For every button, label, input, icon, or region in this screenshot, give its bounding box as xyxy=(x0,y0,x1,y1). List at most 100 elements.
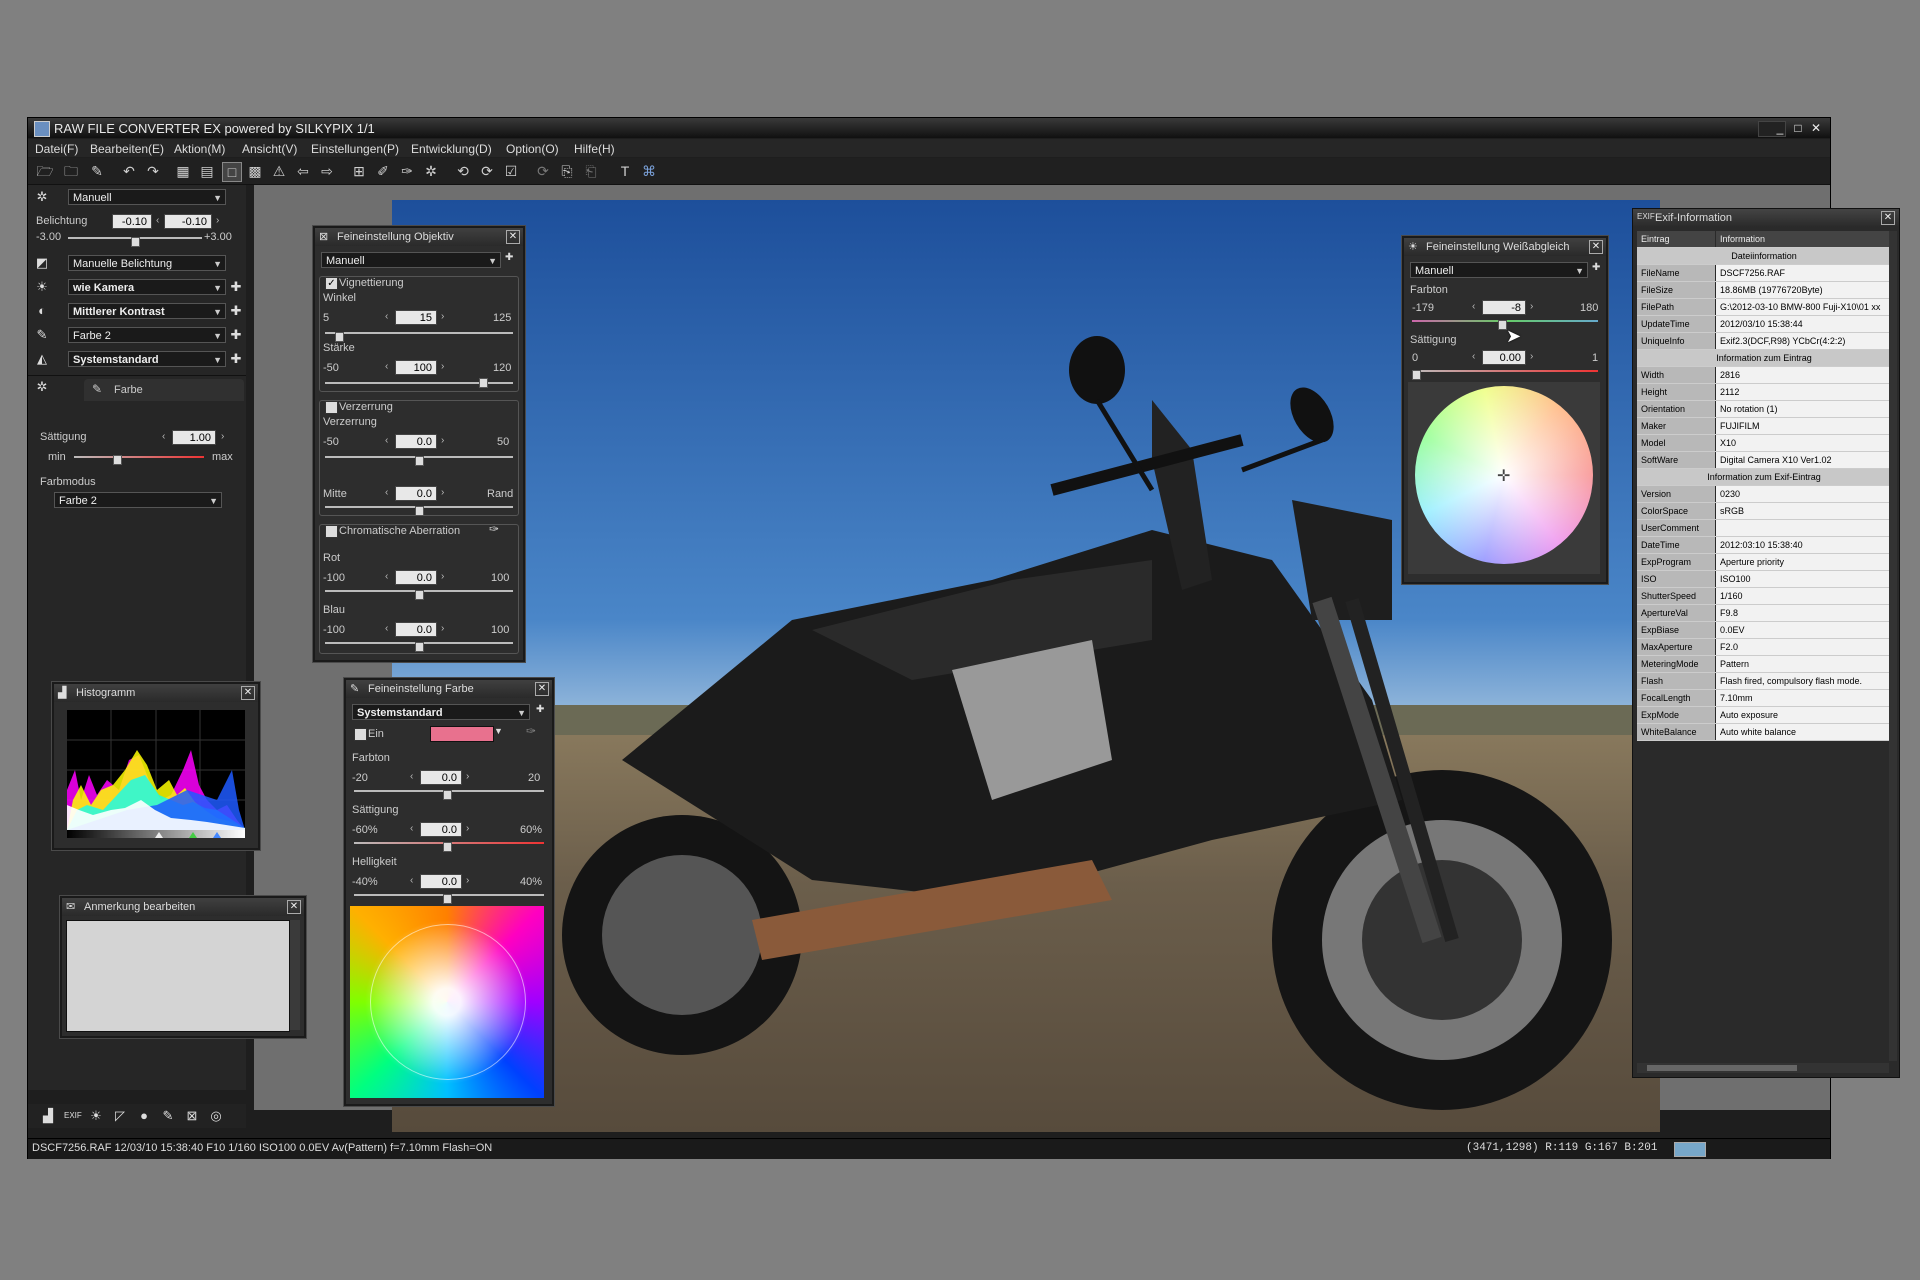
exif-row[interactable]: ExpBiase 0.0EV xyxy=(1637,622,1891,639)
preview-view-icon[interactable]: □ xyxy=(222,162,242,182)
exposure-decrease-arrow[interactable]: ‹ xyxy=(156,215,159,226)
exif-row[interactable]: ApertureVal F9.8 xyxy=(1637,605,1891,622)
pen-toggle-icon[interactable]: ✎ xyxy=(160,1108,176,1124)
menu-ansicht[interactable]: Ansicht(V) xyxy=(242,142,297,156)
hue-increase-arrow[interactable]: › xyxy=(466,771,469,782)
lens-mode-dropdown[interactable]: Manuell ▼ xyxy=(321,252,501,268)
redo-icon[interactable]: ↷ xyxy=(144,162,162,180)
color-sat-value[interactable]: 0.0 xyxy=(420,822,462,837)
exposure-slider-thumb[interactable] xyxy=(131,237,140,247)
exif-close-button[interactable]: ✕ xyxy=(1881,211,1895,225)
exif-row[interactable]: Version 0230 xyxy=(1637,486,1891,503)
mode-dropdown[interactable]: Manuell ▼ xyxy=(68,189,226,205)
tool-icon[interactable]: ✎ xyxy=(88,162,106,180)
exif-row[interactable]: SoftWare Digital Camera X10 Ver1.02 xyxy=(1637,452,1891,469)
back-icon[interactable]: ⇦ xyxy=(294,162,312,180)
wb-pin-icon[interactable]: ✚ xyxy=(228,279,244,295)
color-swatch[interactable] xyxy=(430,726,494,742)
distortion-decrease-arrow[interactable]: ‹ xyxy=(385,435,388,446)
wb-hue-decrease-arrow[interactable]: ‹ xyxy=(1472,301,1475,312)
exif-row[interactable]: Width 2816 xyxy=(1637,367,1891,384)
distortion-slider-thumb[interactable] xyxy=(415,456,424,466)
close-window-button[interactable]: ✕ xyxy=(1808,120,1824,136)
note-header[interactable]: ✉ Anmerkung bearbeiten ✕ xyxy=(62,898,304,916)
exif-row[interactable]: FilePath G:\2012-03-10 BMW-800 Fuji-X10\0… xyxy=(1637,299,1891,316)
exif-header[interactable]: EXIF Exif-Information ✕ xyxy=(1633,209,1899,227)
exif-row[interactable]: Orientation No rotation (1) xyxy=(1637,401,1891,418)
saturation-value[interactable]: 1.00 xyxy=(172,430,216,445)
exif-row[interactable]: ShutterSpeed 1/160 xyxy=(1637,588,1891,605)
exif-col-value[interactable]: Information xyxy=(1716,231,1891,247)
develop-icon[interactable]: ⎘ xyxy=(558,162,576,180)
text-tool-icon[interactable]: T xyxy=(616,162,634,180)
angle-value[interactable]: 15 xyxy=(395,310,437,325)
color-panel-header[interactable]: ✎ Feineinstellung Farbe ✕ xyxy=(346,680,552,698)
exposure-value-1[interactable]: -0.10 xyxy=(112,214,152,229)
exif-toggle-icon[interactable]: EXIF xyxy=(64,1108,82,1124)
color-sat-decrease-arrow[interactable]: ‹ xyxy=(410,823,413,834)
wb-toggle-icon[interactable]: ☀ xyxy=(88,1108,104,1124)
blue-increase-arrow[interactable]: › xyxy=(441,623,444,634)
exif-row[interactable]: UserComment xyxy=(1637,520,1891,537)
exif-row[interactable]: DateTime 2012:03:10 15:38:40 xyxy=(1637,537,1891,554)
color-mode-dropdown[interactable]: Farbe 2 ▼ xyxy=(54,492,222,508)
crop-grid-icon[interactable]: ⊞ xyxy=(350,162,368,180)
saturation-increase-arrow[interactable]: › xyxy=(221,431,224,442)
exposure-value-2[interactable]: -0.10 xyxy=(164,214,212,229)
exif-row[interactable]: UniqueInfo Exif2.3(DCF,R98) YCbCr(4:2:2) xyxy=(1637,333,1891,350)
color-wheel[interactable] xyxy=(350,906,544,1098)
rotate-right-icon[interactable]: ⟳ xyxy=(478,162,496,180)
sharpness-pin-icon[interactable]: ✚ xyxy=(228,351,244,367)
wb-panel-header[interactable]: ☀ Feineinstellung Weißabgleich ✕ xyxy=(1404,238,1606,256)
chromatic-tool-icon[interactable]: ✑ xyxy=(489,522,499,536)
contrast-pin-icon[interactable]: ✚ xyxy=(228,303,244,319)
saturation-slider-track[interactable] xyxy=(74,456,204,458)
thumbnail-view-icon[interactable]: ▦ xyxy=(174,162,192,180)
wb-color-wheel[interactable]: ✛ xyxy=(1415,386,1593,564)
open-folder-icon[interactable]: 🗁 xyxy=(36,162,54,180)
menu-datei[interactable]: Datei(F) xyxy=(35,142,78,156)
brightness-increase-arrow[interactable]: › xyxy=(466,875,469,886)
wb-hue-value[interactable]: -8 xyxy=(1482,300,1526,315)
color-enable-checkbox[interactable] xyxy=(354,728,367,741)
note-scrollbar[interactable] xyxy=(290,920,300,1030)
open-file-icon[interactable]: 🗀 xyxy=(62,162,80,180)
grid-view-icon[interactable]: ▩ xyxy=(246,162,264,180)
note-toggle-icon[interactable]: ◎ xyxy=(208,1108,224,1124)
minimize-button[interactable]: _ xyxy=(1772,120,1788,136)
hue-slider-thumb[interactable] xyxy=(443,790,452,800)
distortion-increase-arrow[interactable]: › xyxy=(441,435,444,446)
exif-row[interactable]: FocalLength 7.10mm xyxy=(1637,690,1891,707)
red-increase-arrow[interactable]: › xyxy=(441,571,444,582)
pipette-icon[interactable]: ✑ xyxy=(526,724,536,738)
wb-mode-dropdown[interactable]: Manuell ▼ xyxy=(1410,262,1588,278)
wb-sat-slider-thumb[interactable] xyxy=(1412,370,1421,380)
menu-option[interactable]: Option(O) xyxy=(506,142,559,156)
red-value[interactable]: 0.0 xyxy=(395,570,437,585)
exif-row[interactable]: WhiteBalance Auto white balance xyxy=(1637,724,1891,741)
exif-row[interactable]: Maker FUJIFILM xyxy=(1637,418,1891,435)
exif-row[interactable]: MaxAperture F2.0 xyxy=(1637,639,1891,656)
strength-increase-arrow[interactable]: › xyxy=(441,361,444,372)
color-sat-increase-arrow[interactable]: › xyxy=(466,823,469,834)
wb-sat-value[interactable]: 0.00 xyxy=(1482,350,1526,365)
hue-decrease-arrow[interactable]: ‹ xyxy=(410,771,413,782)
check-icon[interactable]: ☑ xyxy=(502,162,520,180)
rotate-left-icon[interactable]: ⟲ xyxy=(454,162,472,180)
center-increase-arrow[interactable]: › xyxy=(441,487,444,498)
menu-aktion[interactable]: Aktion(M) xyxy=(174,142,225,156)
wb-pin-icon[interactable]: ✚ xyxy=(1592,262,1600,273)
exif-row[interactable]: MeteringMode Pattern xyxy=(1637,656,1891,673)
wb-sat-increase-arrow[interactable]: › xyxy=(1530,351,1533,362)
network-icon[interactable]: ⌘ xyxy=(640,162,658,180)
color-sphere-icon[interactable]: ● xyxy=(136,1108,152,1124)
wb-panel-close-button[interactable]: ✕ xyxy=(1589,240,1603,254)
wand-icon[interactable]: ✲ xyxy=(422,162,440,180)
tab-farbe[interactable]: ✎ Farbe xyxy=(84,379,244,401)
exif-row[interactable]: FileSize 18.86MB (19776720Byte) xyxy=(1637,282,1891,299)
color-panel-close-button[interactable]: ✕ xyxy=(535,682,549,696)
exif-col-key[interactable]: Eintrag xyxy=(1637,231,1715,247)
exposure-increase-arrow[interactable]: › xyxy=(216,215,219,226)
exif-row[interactable]: Model X10 xyxy=(1637,435,1891,452)
brightness-decrease-arrow[interactable]: ‹ xyxy=(410,875,413,886)
